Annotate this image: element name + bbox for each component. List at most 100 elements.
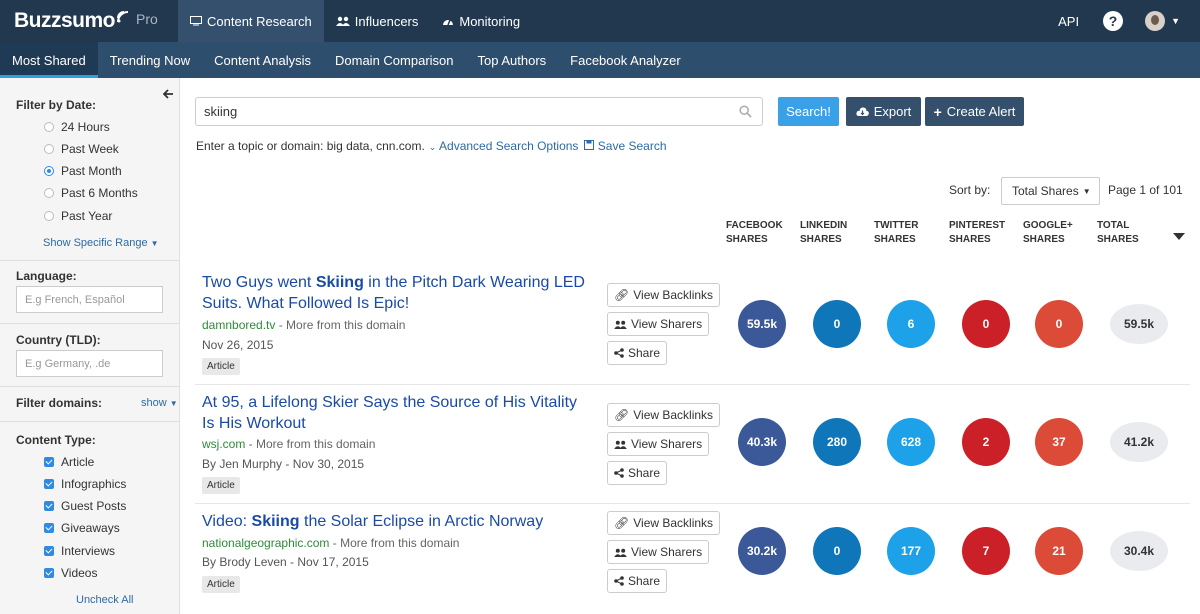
result-domain[interactable]: wsj.com (202, 437, 245, 451)
filter-by-date-label: Filter by Date: (16, 98, 97, 112)
users-icon (614, 440, 627, 449)
checkbox[interactable] (44, 546, 54, 556)
more-from-domain-link[interactable]: - More from this domain (329, 536, 460, 550)
result-domain-line: wsj.com - More from this domain (202, 437, 375, 451)
tab-top-authors[interactable]: Top Authors (466, 42, 559, 78)
checkbox[interactable] (44, 568, 54, 578)
content-type-guest-posts[interactable]: Guest Posts (44, 499, 126, 513)
date-option-24-hours[interactable]: 24 Hours (44, 120, 110, 134)
date-option-past-week[interactable]: Past Week (44, 142, 119, 156)
content-type-article[interactable]: Article (44, 455, 94, 469)
result-row: At 95, a Lifelong Skier Says the Source … (195, 385, 1200, 503)
search-input[interactable]: skiing (195, 97, 763, 126)
date-option-past-month[interactable]: Past Month (44, 164, 122, 178)
content-type-videos[interactable]: Videos (44, 566, 97, 580)
content-type-infographics[interactable]: Infographics (44, 477, 126, 491)
sort-select[interactable]: Total Shares ▼ (1001, 177, 1100, 205)
date-option-past-6-months[interactable]: Past 6 Months (44, 186, 138, 200)
share-button[interactable]: Share (607, 461, 668, 485)
content-type-giveaways[interactable]: Giveaways (44, 521, 120, 535)
uncheck-all-link[interactable]: Uncheck All (76, 594, 133, 606)
api-link[interactable]: API (1058, 14, 1079, 29)
result-domain-line: nationalgeographic.com - More from this … (202, 536, 459, 550)
result-domain[interactable]: nationalgeographic.com (202, 536, 329, 550)
filter-domains-show-toggle[interactable]: show ▼ (141, 397, 178, 409)
top-bar: Buzzsumo Pro Content Research Influencer… (0, 0, 1200, 42)
result-domain[interactable]: damnbored.tv (202, 318, 275, 332)
language-label: Language: (16, 269, 77, 283)
tab-domain-comparison[interactable]: Domain Comparison (323, 42, 466, 78)
link-icon: 🔗︎ (614, 408, 630, 422)
show-specific-range-link[interactable]: Show Specific Range ▼ (43, 237, 159, 249)
caret-down-icon: ▼ (150, 239, 159, 248)
logo-pro-label: Pro (136, 11, 158, 27)
col-header-linkedin: LINKEDIN SHARES (800, 220, 848, 245)
topnav-monitoring[interactable]: Monitoring (430, 0, 532, 42)
country-input[interactable]: E.g Germany, .de (16, 350, 163, 377)
checkbox-label: Guest Posts (61, 499, 127, 513)
view-backlinks-button[interactable]: 🔗︎ View Backlinks (607, 403, 721, 427)
facebook-shares-bubble: 30.2k (738, 527, 786, 575)
export-button[interactable]: Export (846, 97, 921, 126)
chevron-down-icon[interactable]: ▼ (1171, 16, 1180, 26)
content-type-interviews[interactable]: Interviews (44, 544, 115, 558)
google-shares-bubble: 37 (1035, 418, 1083, 466)
search-query: skiing (204, 104, 238, 119)
facebook-shares-bubble: 40.3k (738, 418, 786, 466)
view-sharers-button[interactable]: View Sharers (607, 540, 710, 564)
advanced-search-link[interactable]: ⌄ Advanced Search Options (429, 139, 579, 153)
checkbox[interactable] (44, 523, 54, 533)
link-icon: 🔗︎ (614, 516, 630, 530)
radio-button[interactable] (44, 211, 54, 221)
result-meta: Nov 26, 2015 (202, 338, 274, 352)
logo[interactable]: Buzzsumo Pro (14, 6, 158, 36)
result-title[interactable]: Two Guys went Skiing in the Pitch Dark W… (202, 272, 587, 314)
date-option-past-year[interactable]: Past Year (44, 209, 112, 223)
tab-most-shared[interactable]: Most Shared (0, 42, 98, 78)
divider (0, 421, 179, 422)
search-icon[interactable] (739, 105, 752, 118)
radio-button-selected[interactable] (44, 166, 54, 176)
facebook-shares-bubble: 59.5k (738, 300, 786, 348)
view-sharers-button[interactable]: View Sharers (607, 432, 710, 456)
share-button[interactable]: Share (607, 569, 668, 593)
language-input[interactable]: E.g French, Español (16, 286, 163, 313)
create-alert-button[interactable]: + Create Alert (925, 97, 1024, 126)
radio-button[interactable] (44, 188, 54, 198)
sort-descending-icon[interactable] (1173, 233, 1185, 240)
tab-facebook-analyzer[interactable]: Facebook Analyzer (558, 42, 693, 78)
checkbox-label: Giveaways (61, 521, 120, 535)
radio-button[interactable] (44, 122, 54, 132)
save-search-link[interactable]: Save Search (584, 139, 667, 153)
checkbox[interactable] (44, 501, 54, 511)
view-backlinks-button[interactable]: 🔗︎ View Backlinks (607, 511, 721, 535)
search-button[interactable]: Search! (778, 97, 839, 126)
filter-sidebar: Filter by Date: 24 Hours Past Week Past … (0, 78, 180, 614)
more-from-domain-link[interactable]: - More from this domain (275, 318, 406, 332)
tab-trending-now[interactable]: Trending Now (98, 42, 202, 78)
total-shares-bubble: 41.2k (1110, 422, 1168, 462)
topnav-content-research[interactable]: Content Research (178, 0, 324, 42)
more-from-domain-link[interactable]: - More from this domain (245, 437, 376, 451)
result-title[interactable]: At 95, a Lifelong Skier Says the Source … (202, 392, 587, 434)
topnav-influencers[interactable]: Influencers (324, 0, 431, 42)
link-label: Show Specific Range (43, 237, 148, 249)
filter-domains-label: Filter domains: (16, 396, 103, 410)
title-text: the Solar Eclipse in Arctic Norway (299, 513, 544, 530)
col-header-pinterest: PINTEREST SHARES (949, 220, 1006, 245)
checkbox[interactable] (44, 457, 54, 467)
logo-text: Buzzsumo (14, 9, 116, 32)
share-icon (614, 468, 624, 478)
radio-button[interactable] (44, 144, 54, 154)
avatar[interactable] (1145, 11, 1166, 31)
tab-content-analysis[interactable]: Content Analysis (202, 42, 323, 78)
button-label: View Backlinks (633, 516, 714, 530)
checkbox[interactable] (44, 479, 54, 489)
share-button[interactable]: Share (607, 341, 668, 365)
collapse-arrow-icon[interactable] (162, 86, 173, 102)
help-icon[interactable]: ? (1103, 11, 1124, 31)
view-backlinks-button[interactable]: 🔗︎ View Backlinks (607, 283, 721, 307)
view-sharers-button[interactable]: View Sharers (607, 312, 710, 336)
result-title[interactable]: Video: Skiing the Solar Eclipse in Arcti… (202, 511, 587, 532)
col-header-total[interactable]: TOTAL SHARES (1097, 219, 1172, 247)
